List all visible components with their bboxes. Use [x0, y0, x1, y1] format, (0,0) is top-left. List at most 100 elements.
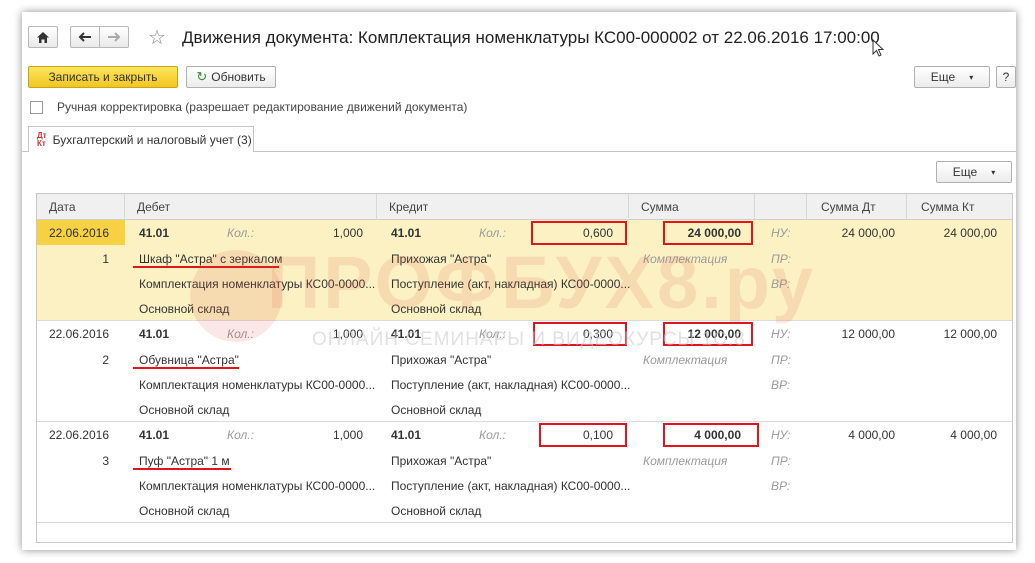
credit-warehouse: Основной склад [391, 504, 482, 518]
sum-dt: 4 000,00 [848, 428, 895, 442]
credit-account: 41.01 [391, 226, 422, 240]
table-more-button[interactable]: Еще ▾ [936, 161, 1012, 183]
table-row[interactable]: 22.06.2016 2 41.01 Кол.: 1,000 Обувница … [37, 321, 1012, 422]
credit-account: 41.01 [391, 327, 422, 341]
amount-highlight-box [663, 221, 753, 245]
row-number: 2 [102, 353, 109, 367]
table-header: Дата Дебет Кредит Сумма Сумма Дт Сумма К… [37, 194, 1012, 220]
manual-edit-label: Ручная корректировка (разрешает редактир… [57, 100, 468, 114]
debit-document: Комплектация номенклатуры КС00-0000... [139, 378, 376, 392]
chevron-down-icon: ▾ [969, 72, 974, 82]
row-date: 22.06.2016 [48, 226, 109, 240]
credit-warehouse: Основной склад [391, 403, 482, 417]
debit-document: Комплектация номенклатуры КС00-0000... [139, 479, 376, 493]
dt-kt-icon: Дт Кт [37, 130, 47, 148]
item-underline [133, 468, 231, 470]
home-icon [37, 31, 49, 43]
content: Комплектация [643, 353, 728, 367]
column-header-spacer [755, 194, 807, 220]
item-underline [133, 367, 239, 369]
chevron-down-icon: ▾ [991, 167, 996, 177]
movements-table: Дата Дебет Кредит Сумма Сумма Дт Сумма К… [36, 193, 1013, 543]
debit-qty: 1,000 [332, 327, 363, 341]
window-title: Движения документа: Комплектация номенкл… [182, 28, 880, 47]
qty-highlight-box [539, 423, 627, 447]
credit-account: 41.01 [391, 428, 422, 442]
debit-document: Комплектация номенклатуры КС00-0000... [139, 277, 376, 291]
content: Комплектация [643, 252, 728, 266]
credit-item: Прихожая "Астра" [391, 353, 492, 367]
qty-highlight-box [533, 322, 627, 346]
tab-accounting-label: Бухгалтерский и налоговый учет (3) [52, 132, 252, 147]
sum-dt: 12 000,00 [841, 327, 895, 341]
pr-label: ПР: [771, 353, 791, 367]
credit-qty-label: Кол.: [479, 226, 506, 240]
refresh-icon: ↻ [196, 69, 208, 84]
column-header-credit[interactable]: Кредит [377, 194, 629, 220]
credit-qty-label: Кол.: [479, 428, 506, 442]
column-header-sum-kt[interactable]: Сумма Кт [907, 194, 1012, 220]
debit-warehouse: Основной склад [139, 403, 230, 417]
content: Комплектация [643, 454, 728, 468]
row-number: 1 [102, 252, 109, 266]
debit-account: 41.01 [139, 226, 170, 240]
credit-item: Прихожая "Астра" [391, 454, 492, 468]
column-header-date[interactable]: Дата [37, 194, 125, 220]
forward-button[interactable] [99, 26, 129, 48]
debit-qty-label: Кол.: [227, 226, 254, 240]
debit-account: 41.01 [139, 428, 170, 442]
column-header-sum-dt[interactable]: Сумма Дт [807, 194, 907, 220]
debit-qty-label: Кол.: [227, 327, 254, 341]
vr-label: ВР: [771, 479, 791, 493]
amount-highlight-box [663, 423, 759, 447]
sum-dt: 24 000,00 [841, 226, 895, 240]
save-and-close-button[interactable]: Записать и закрыть [28, 66, 178, 88]
table-row[interactable]: 22.06.2016 3 41.01 Кол.: 1,000 Пуф "Астр… [37, 422, 1012, 523]
debit-warehouse: Основной склад [139, 302, 230, 316]
credit-document: Поступление (акт, накладная) КС00-0000..… [391, 277, 631, 291]
nu-label: НУ: [771, 428, 791, 442]
manual-edit-checkbox[interactable] [30, 100, 43, 114]
sum-kt: 4 000,00 [950, 428, 997, 442]
mouse-cursor-icon [872, 39, 884, 57]
credit-document: Поступление (акт, накладная) КС00-0000..… [391, 378, 631, 392]
credit-item: Прихожая "Астра" [391, 252, 492, 266]
row-number: 3 [102, 454, 109, 468]
column-header-debit[interactable]: Дебет [125, 194, 377, 220]
home-button[interactable] [28, 26, 58, 48]
sum-kt: 12 000,00 [943, 327, 997, 341]
sum-kt: 24 000,00 [943, 226, 997, 240]
debit-account: 41.01 [139, 327, 170, 341]
nu-label: НУ: [771, 327, 791, 341]
favorite-star-icon[interactable]: ☆ [148, 25, 166, 50]
tab-accounting[interactable]: Дт Кт Бухгалтерский и налоговый учет (3) [28, 126, 254, 152]
qty-highlight-box [531, 221, 627, 245]
row-date: 22.06.2016 [48, 428, 109, 442]
arrow-left-icon [78, 32, 91, 42]
credit-qty-label: Кол.: [479, 327, 506, 341]
row-date: 22.06.2016 [48, 327, 109, 341]
help-button[interactable]: ? [996, 66, 1016, 88]
back-button[interactable] [70, 26, 100, 48]
credit-document: Поступление (акт, накладная) КС00-0000..… [391, 479, 631, 493]
debit-item: Обувница "Астра" [139, 353, 239, 367]
more-menu-button[interactable]: Еще ▾ [914, 66, 990, 88]
debit-item: Пуф "Астра" 1 м [139, 454, 230, 468]
document-movements-window: ☆ Движения документа: Комплектация номен… [22, 12, 1016, 550]
credit-warehouse: Основной склад [391, 302, 482, 316]
arrow-right-icon [108, 32, 121, 42]
column-header-amount[interactable]: Сумма [629, 194, 755, 220]
debit-warehouse: Основной склад [139, 504, 230, 518]
debit-qty: 1,000 [332, 226, 363, 240]
debit-qty: 1,000 [332, 428, 363, 442]
pr-label: ПР: [771, 252, 791, 266]
vr-label: ВР: [771, 378, 791, 392]
table-row[interactable]: 22.06.2016 1 41.01 Кол.: 1,000 Шкаф "Аст… [37, 220, 1012, 321]
debit-item: Шкаф "Астра" с зеркалом [139, 252, 283, 266]
vr-label: ВР: [771, 277, 791, 291]
manual-edit-row: Ручная корректировка (разрешает редактир… [30, 100, 467, 114]
refresh-button[interactable]: ↻ Обновить [186, 66, 276, 88]
more-label: Еще [930, 70, 956, 84]
table-more-label: Еще [952, 165, 978, 179]
debit-qty-label: Кол.: [227, 428, 254, 442]
